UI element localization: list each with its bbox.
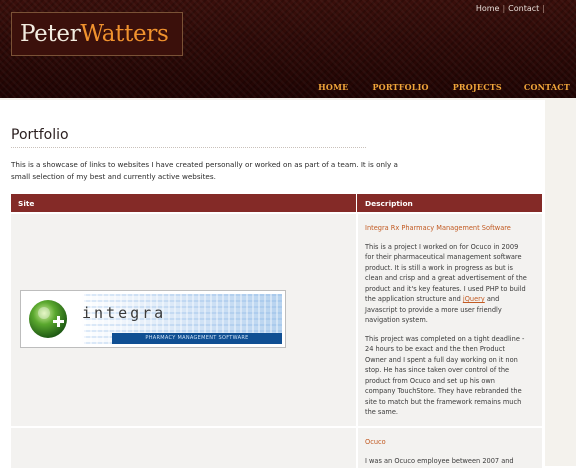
nav-home[interactable]: HOME: [318, 82, 348, 94]
integra-globe-icon: [29, 300, 67, 338]
description-cell: Ocuco I was an Ocuco employee between 20…: [358, 428, 542, 468]
site-cell: [11, 428, 356, 468]
main-content: Portfolio This is a showcase of links to…: [0, 100, 545, 468]
page-title: Portfolio: [11, 127, 69, 143]
top-link-contact[interactable]: Contact: [508, 4, 539, 13]
logo-first-name: Peter: [20, 21, 81, 47]
column-divider: [356, 194, 357, 212]
description-paragraph: This is a project I worked on for Ocuco …: [365, 242, 527, 326]
top-link-separator: |: [502, 4, 506, 13]
column-header-description: Description: [365, 199, 413, 208]
intro-text: This is a showcase of links to websites …: [11, 160, 398, 181]
table-row: Ocuco I was an Ocuco employee between 20…: [11, 428, 542, 468]
table-header: Site Description: [11, 194, 542, 212]
nav-projects[interactable]: PROJECTS: [453, 82, 502, 94]
site-logo[interactable]: PeterWatters: [11, 12, 183, 56]
top-link-separator: |: [542, 4, 545, 13]
description-paragraph: This project was completed on a tight de…: [365, 334, 525, 417]
table-row: integra PHARMACY MANAGEMENT SOFTWARE Int…: [11, 214, 542, 426]
jquery-link[interactable]: jQuery: [463, 295, 485, 303]
top-links: Home | Contact |: [476, 4, 548, 13]
screenshot-image: integra PHARMACY MANAGEMENT SOFTWARE: [24, 294, 282, 344]
right-gutter: [545, 100, 576, 466]
main-nav: HOME PORTFOLIO PROJECTS CONTACT: [318, 82, 570, 94]
project-title-link[interactable]: Ocuco: [365, 437, 527, 448]
screenshot-band-text: PHARMACY MANAGEMENT SOFTWARE: [112, 333, 282, 344]
description-content: Integra Rx Pharmacy Management Software …: [365, 223, 527, 426]
site-screenshot[interactable]: integra PHARMACY MANAGEMENT SOFTWARE: [20, 290, 286, 348]
description-text: This is a project I worked on for Ocuco …: [365, 242, 527, 304]
description-paragraph: I was an Ocuco employee between 2007 and: [365, 456, 514, 465]
nav-contact[interactable]: CONTACT: [524, 82, 570, 94]
description-cell: Integra Rx Pharmacy Management Software …: [358, 214, 542, 426]
logo-last-name: Watters: [80, 21, 169, 47]
column-header-site: Site: [18, 199, 35, 208]
title-divider: [11, 147, 366, 148]
site-cell: integra PHARMACY MANAGEMENT SOFTWARE: [11, 214, 356, 426]
nav-portfolio[interactable]: PORTFOLIO: [372, 82, 428, 94]
project-title-link[interactable]: Integra Rx Pharmacy Management Software: [365, 223, 527, 234]
description-content: Ocuco I was an Ocuco employee between 20…: [365, 437, 527, 474]
screenshot-brand-text: integra: [82, 304, 167, 322]
top-link-home[interactable]: Home: [476, 4, 500, 13]
site-header: PeterWatters Home | Contact | HOME PORTFOLI…: [0, 0, 576, 98]
